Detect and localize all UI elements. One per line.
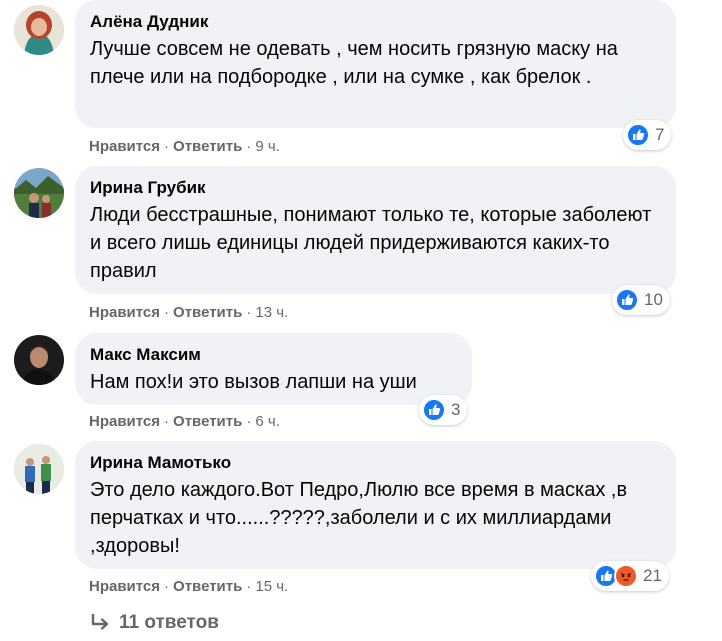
comment-author[interactable]: Макс Максим: [90, 345, 456, 365]
reply-button[interactable]: Ответить: [173, 304, 242, 321]
replies-count-label: 11 ответов: [119, 612, 219, 633]
avatar[interactable]: [14, 335, 64, 385]
comment-text: Лучше совсем не одевать , чем носить гря…: [90, 38, 618, 88]
avatar[interactable]: [14, 168, 64, 218]
comment-timestamp[interactable]: 13 ч.: [255, 304, 288, 321]
comment-actions: Нравится · Ответить · 13 ч.: [89, 304, 288, 322]
comment-text: Нам пох!и это вызов лапши на уши: [90, 371, 417, 393]
comment-bubble: Ирина Грубик Люди бесстрашные, понимают …: [75, 166, 676, 294]
comment-actions: Нравится · Ответить · 15 ч.: [89, 578, 288, 596]
reply-arrow-icon: [91, 614, 109, 630]
like-icon: [615, 288, 639, 312]
separator: ·: [246, 413, 252, 430]
like-icon: [626, 123, 650, 147]
comment-text: Люди бесстрашные, понимают только те, ко…: [90, 204, 652, 282]
avatar[interactable]: [14, 5, 64, 55]
separator: ·: [246, 304, 252, 321]
view-replies-link[interactable]: 11 ответов: [90, 612, 219, 634]
separator: ·: [246, 138, 252, 155]
comment-bubble: Ирина Мамотько Это дело каждого.Вот Педр…: [75, 441, 676, 569]
reaction-summary[interactable]: 21: [591, 561, 669, 591]
comment-author[interactable]: Алёна Дудник: [90, 12, 660, 32]
separator: ·: [164, 304, 170, 321]
like-button[interactable]: Нравится: [89, 413, 160, 430]
reply-button[interactable]: Ответить: [173, 138, 242, 155]
comment-actions: Нравится · Ответить · 6 ч.: [89, 413, 280, 431]
like-button[interactable]: Нравится: [89, 578, 160, 595]
comment-author[interactable]: Ирина Грубик: [90, 178, 660, 198]
comment-bubble: Алёна Дудник Лучше совсем не одевать , ч…: [75, 0, 676, 128]
reaction-count: 3: [451, 400, 461, 419]
like-button[interactable]: Нравится: [89, 138, 160, 155]
reaction-summary[interactable]: 10: [612, 285, 670, 315]
reaction-count: 10: [644, 290, 663, 309]
separator: ·: [246, 578, 252, 595]
reply-button[interactable]: Ответить: [173, 413, 242, 430]
separator: ·: [164, 413, 170, 430]
comment-actions: Нравится · Ответить · 9 ч.: [89, 138, 280, 156]
separator: ·: [164, 138, 170, 155]
comment-timestamp[interactable]: 15 ч.: [255, 578, 288, 595]
reply-button[interactable]: Ответить: [173, 578, 242, 595]
comment-author[interactable]: Ирина Мамотько: [90, 453, 660, 473]
like-icon: [422, 398, 446, 422]
angry-icon: [614, 564, 638, 588]
comment-timestamp[interactable]: 6 ч.: [255, 413, 280, 430]
separator: ·: [164, 578, 170, 595]
reaction-summary[interactable]: 3: [419, 395, 468, 425]
reaction-count: 21: [643, 566, 662, 585]
comment-text: Это дело каждого.Вот Педро,Люлю все врем…: [90, 479, 628, 557]
comment-timestamp[interactable]: 9 ч.: [255, 138, 280, 155]
comment-bubble: Макс Максим Нам пох!и это вызов лапши на…: [75, 333, 472, 405]
reaction-summary[interactable]: 7: [623, 120, 672, 150]
reaction-count: 7: [655, 125, 665, 144]
like-button[interactable]: Нравится: [89, 304, 160, 321]
avatar[interactable]: [14, 444, 64, 494]
